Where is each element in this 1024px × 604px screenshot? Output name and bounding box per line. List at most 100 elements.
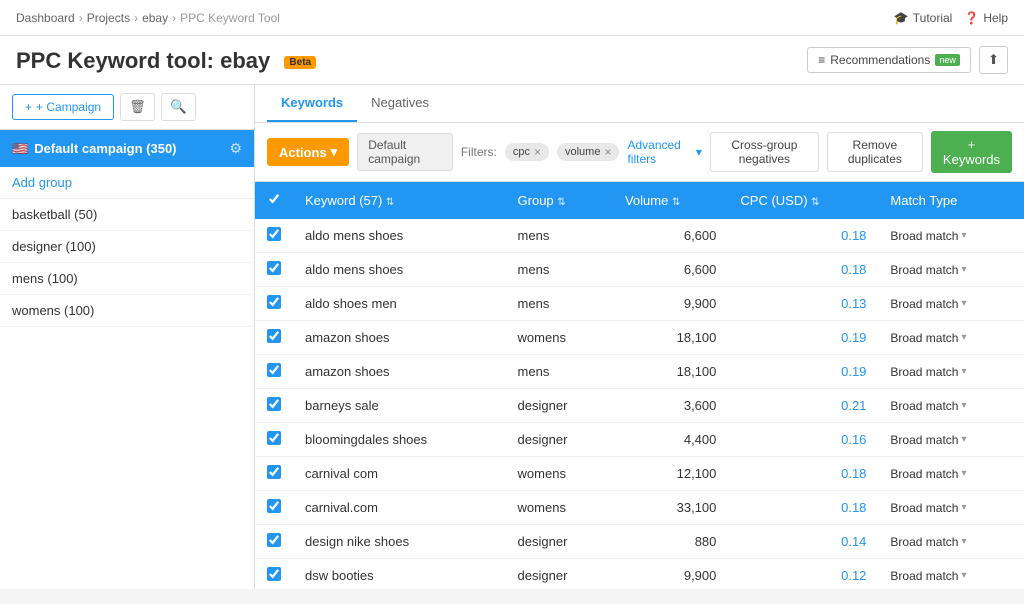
table-row: design nike shoes designer 880 0.14 Broa…	[255, 525, 1024, 559]
volume-column-header[interactable]: Volume ⇅	[613, 182, 728, 219]
row-checkbox-cell[interactable]	[255, 287, 293, 321]
keyword-column-header[interactable]: Keyword (57) ⇅	[293, 182, 506, 219]
tutorial-link[interactable]: 🎓 Tutorial	[894, 11, 953, 25]
row-checkbox[interactable]	[267, 363, 281, 377]
select-all-header[interactable]	[255, 182, 293, 219]
match-type-cell[interactable]: Broad match	[878, 287, 1024, 321]
sidebar-group-item[interactable]: mens (100)	[0, 263, 254, 295]
volume-filter-tag[interactable]: volume ×	[557, 143, 619, 161]
row-checkbox[interactable]	[267, 499, 281, 513]
search-button[interactable]: 🔍	[161, 93, 196, 121]
match-type-cell[interactable]: Broad match	[878, 457, 1024, 491]
cpc-filter-remove[interactable]: ×	[534, 145, 541, 159]
row-checkbox-cell[interactable]	[255, 389, 293, 423]
row-checkbox-cell[interactable]	[255, 321, 293, 355]
sidebar-group-item[interactable]: womens (100)	[0, 295, 254, 327]
volume-cell: 6,600	[613, 219, 728, 253]
add-keywords-button[interactable]: + Keywords	[931, 131, 1012, 173]
sidebar-campaign[interactable]: 🇺🇸 Default campaign (350) ⚙	[0, 130, 254, 167]
match-type-cell[interactable]: Broad match	[878, 525, 1024, 559]
group-cell: mens	[506, 219, 613, 253]
actions-button[interactable]: Actions ▾	[267, 138, 349, 166]
advanced-filters-chevron: ▾	[696, 145, 702, 159]
plus-icon: +	[25, 100, 32, 114]
breadcrumb: Dashboard › Projects › ebay › PPC Keywor…	[16, 11, 280, 25]
match-type-dropdown[interactable]: Broad match	[890, 297, 1012, 311]
row-checkbox-cell[interactable]	[255, 457, 293, 491]
group-sort-icon: ⇅	[557, 197, 565, 208]
sidebar: + + Campaign 🗑 🔍 🇺🇸 Default campaign (35…	[0, 85, 255, 589]
match-type-cell[interactable]: Broad match	[878, 219, 1024, 253]
volume-cell: 33,100	[613, 491, 728, 525]
row-checkbox-cell[interactable]	[255, 253, 293, 287]
advanced-filters-button[interactable]: Advanced filters ▾	[627, 138, 701, 166]
match-type-cell[interactable]: Broad match	[878, 253, 1024, 287]
table-row: carnival com womens 12,100 0.18 Broad ma…	[255, 457, 1024, 491]
row-checkbox-cell[interactable]	[255, 423, 293, 457]
row-checkbox-cell[interactable]	[255, 559, 293, 590]
match-type-dropdown[interactable]: Broad match	[890, 467, 1012, 481]
row-checkbox-cell[interactable]	[255, 355, 293, 389]
match-type-dropdown[interactable]: Broad match	[890, 263, 1012, 277]
keyword-cell: bloomingdales shoes	[293, 423, 506, 457]
volume-filter-remove[interactable]: ×	[604, 145, 611, 159]
add-campaign-label: + Campaign	[36, 100, 101, 114]
gear-icon[interactable]: ⚙	[229, 140, 242, 157]
match-type-dropdown[interactable]: Broad match	[890, 229, 1012, 243]
breadcrumb-current: PPC Keyword Tool	[180, 11, 280, 25]
row-checkbox[interactable]	[267, 397, 281, 411]
export-button[interactable]: ⬆	[979, 46, 1008, 74]
delete-button[interactable]: 🗑	[120, 93, 155, 121]
match-type-dropdown[interactable]: Broad match	[890, 399, 1012, 413]
row-checkbox[interactable]	[267, 465, 281, 479]
row-checkbox[interactable]	[267, 227, 281, 241]
breadcrumb-ebay[interactable]: ebay	[142, 11, 168, 25]
row-checkbox[interactable]	[267, 431, 281, 445]
match-type-dropdown[interactable]: Broad match	[890, 433, 1012, 447]
sidebar-group-item[interactable]: basketball (50)	[0, 199, 254, 231]
help-link[interactable]: ❓ Help	[964, 11, 1008, 25]
row-checkbox-cell[interactable]	[255, 219, 293, 253]
filters-label: Filters:	[461, 145, 497, 159]
match-type-cell[interactable]: Broad match	[878, 355, 1024, 389]
cpc-cell: 0.19	[728, 355, 878, 389]
match-type-dropdown[interactable]: Broad match	[890, 501, 1012, 515]
row-checkbox-cell[interactable]	[255, 525, 293, 559]
group-column-header[interactable]: Group ⇅	[506, 182, 613, 219]
keyword-table-container: Keyword (57) ⇅ Group ⇅ Volume ⇅ CPC (USD…	[255, 182, 1024, 589]
cpc-column-header[interactable]: CPC (USD) ⇅	[728, 182, 878, 219]
match-type-cell[interactable]: Broad match	[878, 423, 1024, 457]
sidebar-group-item[interactable]: designer (100)	[0, 231, 254, 263]
row-checkbox-cell[interactable]	[255, 491, 293, 525]
cpc-filter-tag[interactable]: cpc ×	[505, 143, 549, 161]
match-type-dropdown[interactable]: Broad match	[890, 365, 1012, 379]
match-type-cell[interactable]: Broad match	[878, 559, 1024, 590]
row-checkbox[interactable]	[267, 261, 281, 275]
remove-duplicates-button[interactable]: Remove duplicates	[827, 132, 923, 172]
main-content: + + Campaign 🗑 🔍 🇺🇸 Default campaign (35…	[0, 85, 1024, 589]
match-type-cell[interactable]: Broad match	[878, 491, 1024, 525]
filter-bar-right: Cross-group negatives Remove duplicates …	[710, 131, 1012, 173]
row-checkbox[interactable]	[267, 533, 281, 547]
beta-badge: Beta	[284, 56, 316, 69]
match-type-dropdown[interactable]: Broad match	[890, 569, 1012, 583]
add-group-link[interactable]: Add group	[0, 167, 254, 199]
match-type-dropdown[interactable]: Broad match	[890, 331, 1012, 345]
match-type-cell[interactable]: Broad match	[878, 389, 1024, 423]
row-checkbox[interactable]	[267, 295, 281, 309]
select-all-checkbox[interactable]	[267, 192, 281, 206]
group-cell: mens	[506, 355, 613, 389]
recommendations-button[interactable]: ≡ Recommendations new	[807, 47, 971, 73]
keyword-cell: dsw booties	[293, 559, 506, 590]
row-checkbox[interactable]	[267, 329, 281, 343]
tab-keywords[interactable]: Keywords	[267, 85, 357, 122]
breadcrumb-projects[interactable]: Projects	[87, 11, 130, 25]
match-type-cell[interactable]: Broad match	[878, 321, 1024, 355]
group-cell: designer	[506, 559, 613, 590]
breadcrumb-dashboard[interactable]: Dashboard	[16, 11, 75, 25]
match-type-dropdown[interactable]: Broad match	[890, 535, 1012, 549]
add-campaign-button[interactable]: + + Campaign	[12, 94, 114, 120]
tab-negatives[interactable]: Negatives	[357, 85, 443, 122]
cross-group-negatives-button[interactable]: Cross-group negatives	[710, 132, 819, 172]
row-checkbox[interactable]	[267, 567, 281, 581]
